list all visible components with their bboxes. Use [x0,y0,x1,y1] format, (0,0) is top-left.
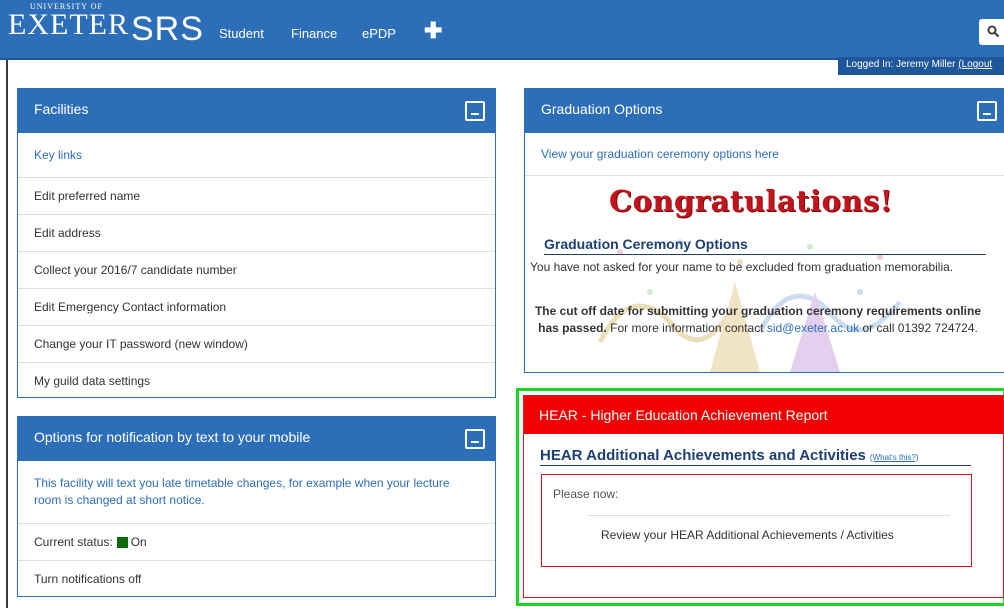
facilities-item-address[interactable]: Edit address [18,214,495,251]
nav-student[interactable]: Student [219,26,264,41]
graduation-title-rule [544,254,986,255]
cutoff-rest-text: For more information contact [606,321,767,335]
collapse-icon[interactable] [465,429,485,449]
cutoff-tail-text: or call 01392 724724. [859,321,978,335]
notifications-panel: Options for notification by text to your… [17,416,496,597]
logout-link[interactable]: (Logout [958,59,992,70]
hear-subtitle-text: HEAR Additional Achievements and Activit… [540,447,866,464]
whats-this-link[interactable]: (What's this?) [870,453,919,462]
graduation-cutoff-text: The cut off date for submitting your gra… [530,303,986,337]
hear-header: HEAR - Higher Education Achievement Repo… [524,396,1003,434]
facilities-item-guild-data[interactable]: My guild data settings [18,362,495,398]
status-label: Current status: [34,535,113,549]
facilities-item-emergency-contact[interactable]: Edit Emergency Contact information [18,288,495,325]
facilities-header: Facilities [18,89,495,133]
plus-icon[interactable]: ✚ [424,20,442,42]
nav-finance[interactable]: Finance [291,26,337,41]
graduation-divider [525,175,1004,176]
logo-exeter: EXETER [8,8,129,41]
top-navbar: UNIVERSITY OF EXETER SRS Student Finance… [0,0,1004,60]
graduation-section-title: Graduation Ceremony Options [544,236,748,252]
hear-please-now: Please now: [553,487,619,501]
page-frame-edge [6,60,8,608]
hear-subtitle: HEAR Additional Achievements and Activit… [540,447,919,464]
facilities-panel: Facilities Key links Edit preferred name… [17,88,496,398]
congratulations-banner: Congratulations! [609,184,894,218]
hear-review-link[interactable]: Review your HEAR Additional Achievements… [601,528,894,542]
hear-subtitle-rule [540,465,971,466]
facilities-item-it-password[interactable]: Change your IT password (new window) [18,325,495,362]
current-status-row: Current status: On [18,523,495,560]
nav-epdp[interactable]: ePDP [362,26,396,41]
srs-brand[interactable]: SRS [131,12,204,46]
search-icon [987,25,1000,38]
facilities-item-preferred-name[interactable]: Edit preferred name [18,177,495,214]
graduation-options-link[interactable]: View your graduation ceremony options he… [525,133,1004,175]
hear-title: HEAR - Higher Education Achievement Repo… [539,407,828,423]
status-value: On [130,535,147,549]
hear-separator [588,515,950,516]
graduation-title: Graduation Options [541,101,663,117]
facilities-item-key-links[interactable]: Key links [18,133,495,177]
status-indicator-icon [116,536,128,548]
search-button[interactable] [979,19,1004,45]
collapse-icon[interactable] [465,101,485,121]
logged-in-text: Logged In: Jeremy Miller [846,59,956,70]
notifications-header: Options for notification by text to your… [18,417,495,461]
collapse-icon[interactable] [977,101,997,121]
notifications-description: This facility will text you late timetab… [34,476,450,507]
notifications-title: Options for notification by text to your… [34,429,311,445]
facilities-item-candidate-number[interactable]: Collect your 2016/7 candidate number [18,251,495,288]
turn-notifications-off[interactable]: Turn notifications off [18,560,495,596]
contact-email-link[interactable]: sid@exeter.ac.uk [767,321,859,335]
logged-in-bar: Logged In: Jeremy Miller (Logout [838,57,1004,75]
graduation-exclusion-text: You have not asked for your name to be e… [530,260,954,274]
graduation-header: Graduation Options [525,89,1004,133]
facilities-title: Facilities [34,101,89,117]
university-logo[interactable]: UNIVERSITY OF EXETER [8,0,128,48]
